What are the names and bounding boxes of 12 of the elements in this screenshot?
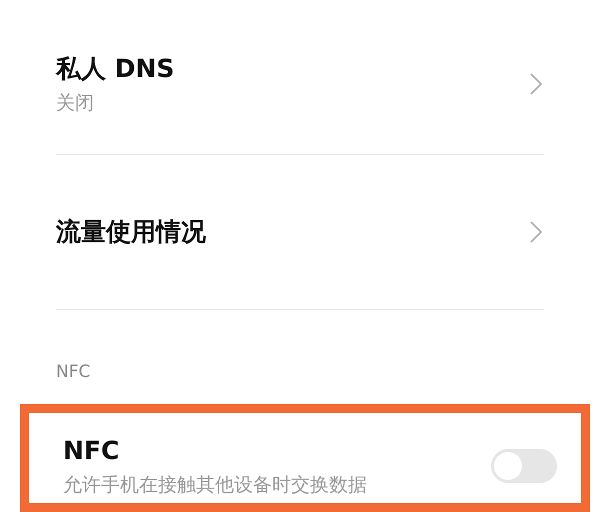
setting-subtitle: 关闭 — [56, 91, 95, 115]
highlighted-settings-row[interactable]: NFC 允许手机在接触其他设备时交换数据 — [20, 404, 590, 512]
setting-title: 流量使用情况 — [56, 216, 206, 248]
setting-title: NFC — [63, 434, 120, 466]
settings-row[interactable]: 流量使用情况 — [56, 155, 544, 310]
setting-title: 私人 DNS — [56, 53, 174, 85]
settings-row[interactable]: 私人 DNS 关闭 — [56, 30, 544, 155]
setting-subtitle: 允许手机在接触其他设备时交换数据 — [63, 472, 367, 496]
toggle-switch[interactable] — [491, 448, 557, 482]
chevron-right-icon — [530, 221, 542, 243]
section-header: NFC — [56, 362, 90, 382]
chevron-right-icon — [530, 73, 542, 95]
